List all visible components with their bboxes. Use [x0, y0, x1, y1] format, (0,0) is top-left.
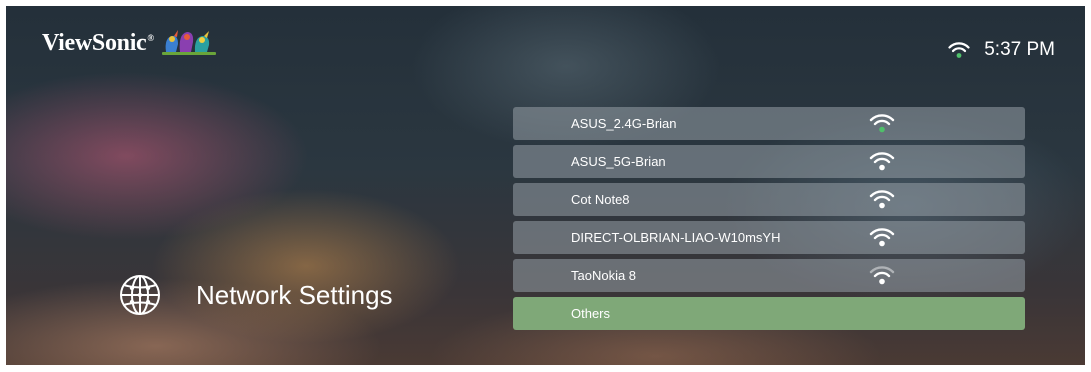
network-row-asus-5g-brian[interactable]: ASUS_5G-Brian	[513, 145, 1025, 178]
network-row-asus-2-4g-brian[interactable]: ASUS_2.4G-Brian	[513, 107, 1025, 140]
wifi-signal-icon	[869, 228, 895, 247]
network-ssid: ASUS_5G-Brian	[571, 154, 666, 169]
wifi-signal-icon	[869, 266, 895, 285]
brand-logo: ViewSonic®	[42, 26, 218, 60]
wifi-signal-icon	[869, 114, 895, 133]
network-row-cot-note8[interactable]: Cot Note8	[513, 183, 1025, 216]
network-row-direct-olbrian-liao[interactable]: DIRECT-OLBRIAN-LIAO-W10msYH	[513, 221, 1025, 254]
network-ssid: DIRECT-OLBRIAN-LIAO-W10msYH	[571, 230, 781, 245]
wifi-signal-icon	[869, 190, 895, 209]
network-ssid: Cot Note8	[571, 192, 630, 207]
brand-name: ViewSonic®	[42, 29, 154, 56]
page-heading: Network Settings	[118, 273, 393, 317]
birds-logo-icon	[161, 30, 216, 55]
others-button[interactable]: Others	[513, 297, 1025, 330]
clock: 5:37 PM	[984, 39, 1055, 60]
projector-screen: ViewSonic® 5:37 PM Network Settings ASUS…	[6, 6, 1085, 365]
wifi-signal-icon	[869, 152, 895, 171]
network-ssid: ASUS_2.4G-Brian	[571, 116, 677, 131]
network-ssid: TaoNokia 8	[571, 268, 637, 283]
page-title: Network Settings	[196, 279, 393, 310]
wifi-network-list: ASUS_2.4G-Brian ASUS_5G-Brian Cot Note8	[513, 107, 1025, 335]
others-label: Others	[571, 306, 611, 321]
wifi-status-icon	[948, 42, 970, 58]
network-row-taonokia-8[interactable]: TaoNokia 8	[513, 259, 1025, 292]
status-bar: 5:37 PM	[948, 39, 1055, 61]
globe-icon	[120, 275, 160, 315]
